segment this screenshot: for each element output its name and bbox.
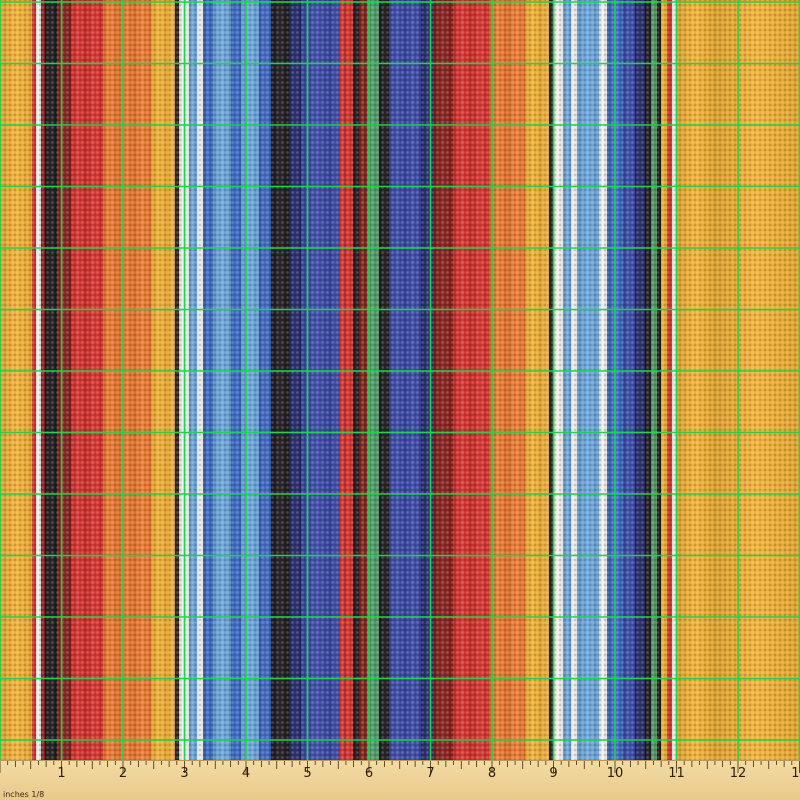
ruler-number: 12: [730, 766, 747, 781]
stripe-dark_red: [359, 0, 367, 766]
stripe-green: [367, 0, 379, 766]
stripe-navy: [421, 0, 433, 766]
stripe-red: [471, 0, 489, 766]
ruler-number: 7: [426, 766, 434, 781]
fabric-swatch: [0, 0, 800, 766]
fabric-preview: 12345678910111213 inches 1/8: [0, 0, 800, 800]
stripe-orange: [507, 0, 525, 766]
measurement-ruler: 12345678910111213 inches 1/8: [0, 760, 800, 800]
stripe-red: [85, 0, 103, 766]
stripe-yellow: [167, 0, 175, 766]
stripe-yellow: [677, 0, 713, 766]
stripe-orange: [117, 0, 133, 766]
stripe-black: [271, 0, 289, 766]
stripe-yellow: [525, 0, 541, 766]
stripe-yellow: [0, 0, 32, 766]
ruler-number: 5: [303, 766, 311, 781]
stripe-white: [179, 0, 189, 766]
stripe-mid_blue: [607, 0, 623, 766]
ruler-number: 3: [180, 766, 188, 781]
stripe-red: [345, 0, 353, 766]
stripe-mid_blue: [259, 0, 271, 766]
stripe-red: [71, 0, 85, 766]
ruler-number: 13: [791, 766, 800, 781]
stripe-light_blue: [213, 0, 231, 766]
ruler-number: 6: [365, 766, 373, 781]
stripe-royal_blue: [301, 0, 331, 766]
ruler-ticks: 12345678910111213: [0, 761, 800, 781]
serape-stripes: [0, 0, 800, 766]
ruler-number: 9: [549, 766, 557, 781]
stripe-mid_blue: [203, 0, 213, 766]
stripe-orange: [103, 0, 117, 766]
stripe-red: [453, 0, 471, 766]
ruler-unit-label: inches 1/8: [3, 790, 45, 799]
ruler-number: 4: [242, 766, 250, 781]
stripe-navy: [289, 0, 301, 766]
stripe-light_blue: [189, 0, 197, 766]
stripe-yellow: [713, 0, 800, 766]
stripe-dark_red: [57, 0, 71, 766]
ruler-number: 2: [119, 766, 127, 781]
stripe-black: [45, 0, 57, 766]
stripe-royal_blue: [331, 0, 339, 766]
stripe-light_blue: [577, 0, 599, 766]
stripe-royal_blue: [405, 0, 421, 766]
ruler-number: 1: [57, 766, 65, 781]
stripe-light_blue: [241, 0, 259, 766]
stripe-royal_blue: [389, 0, 405, 766]
stripe-mid_blue: [231, 0, 241, 766]
stripe-orange: [133, 0, 151, 766]
stripe-yellow: [541, 0, 549, 766]
ruler-number: 10: [607, 766, 624, 781]
stripe-white: [553, 0, 563, 766]
stripe-light_blue: [563, 0, 571, 766]
stripe-black: [379, 0, 389, 766]
stripe-yellow: [151, 0, 167, 766]
stripe-royal_blue: [623, 0, 635, 766]
stripe-dark_red: [433, 0, 453, 766]
stripe-white: [599, 0, 607, 766]
stripe-orange: [489, 0, 507, 766]
ruler-number: 8: [488, 766, 496, 781]
stripe-navy: [635, 0, 645, 766]
ruler-number: 11: [668, 766, 685, 781]
